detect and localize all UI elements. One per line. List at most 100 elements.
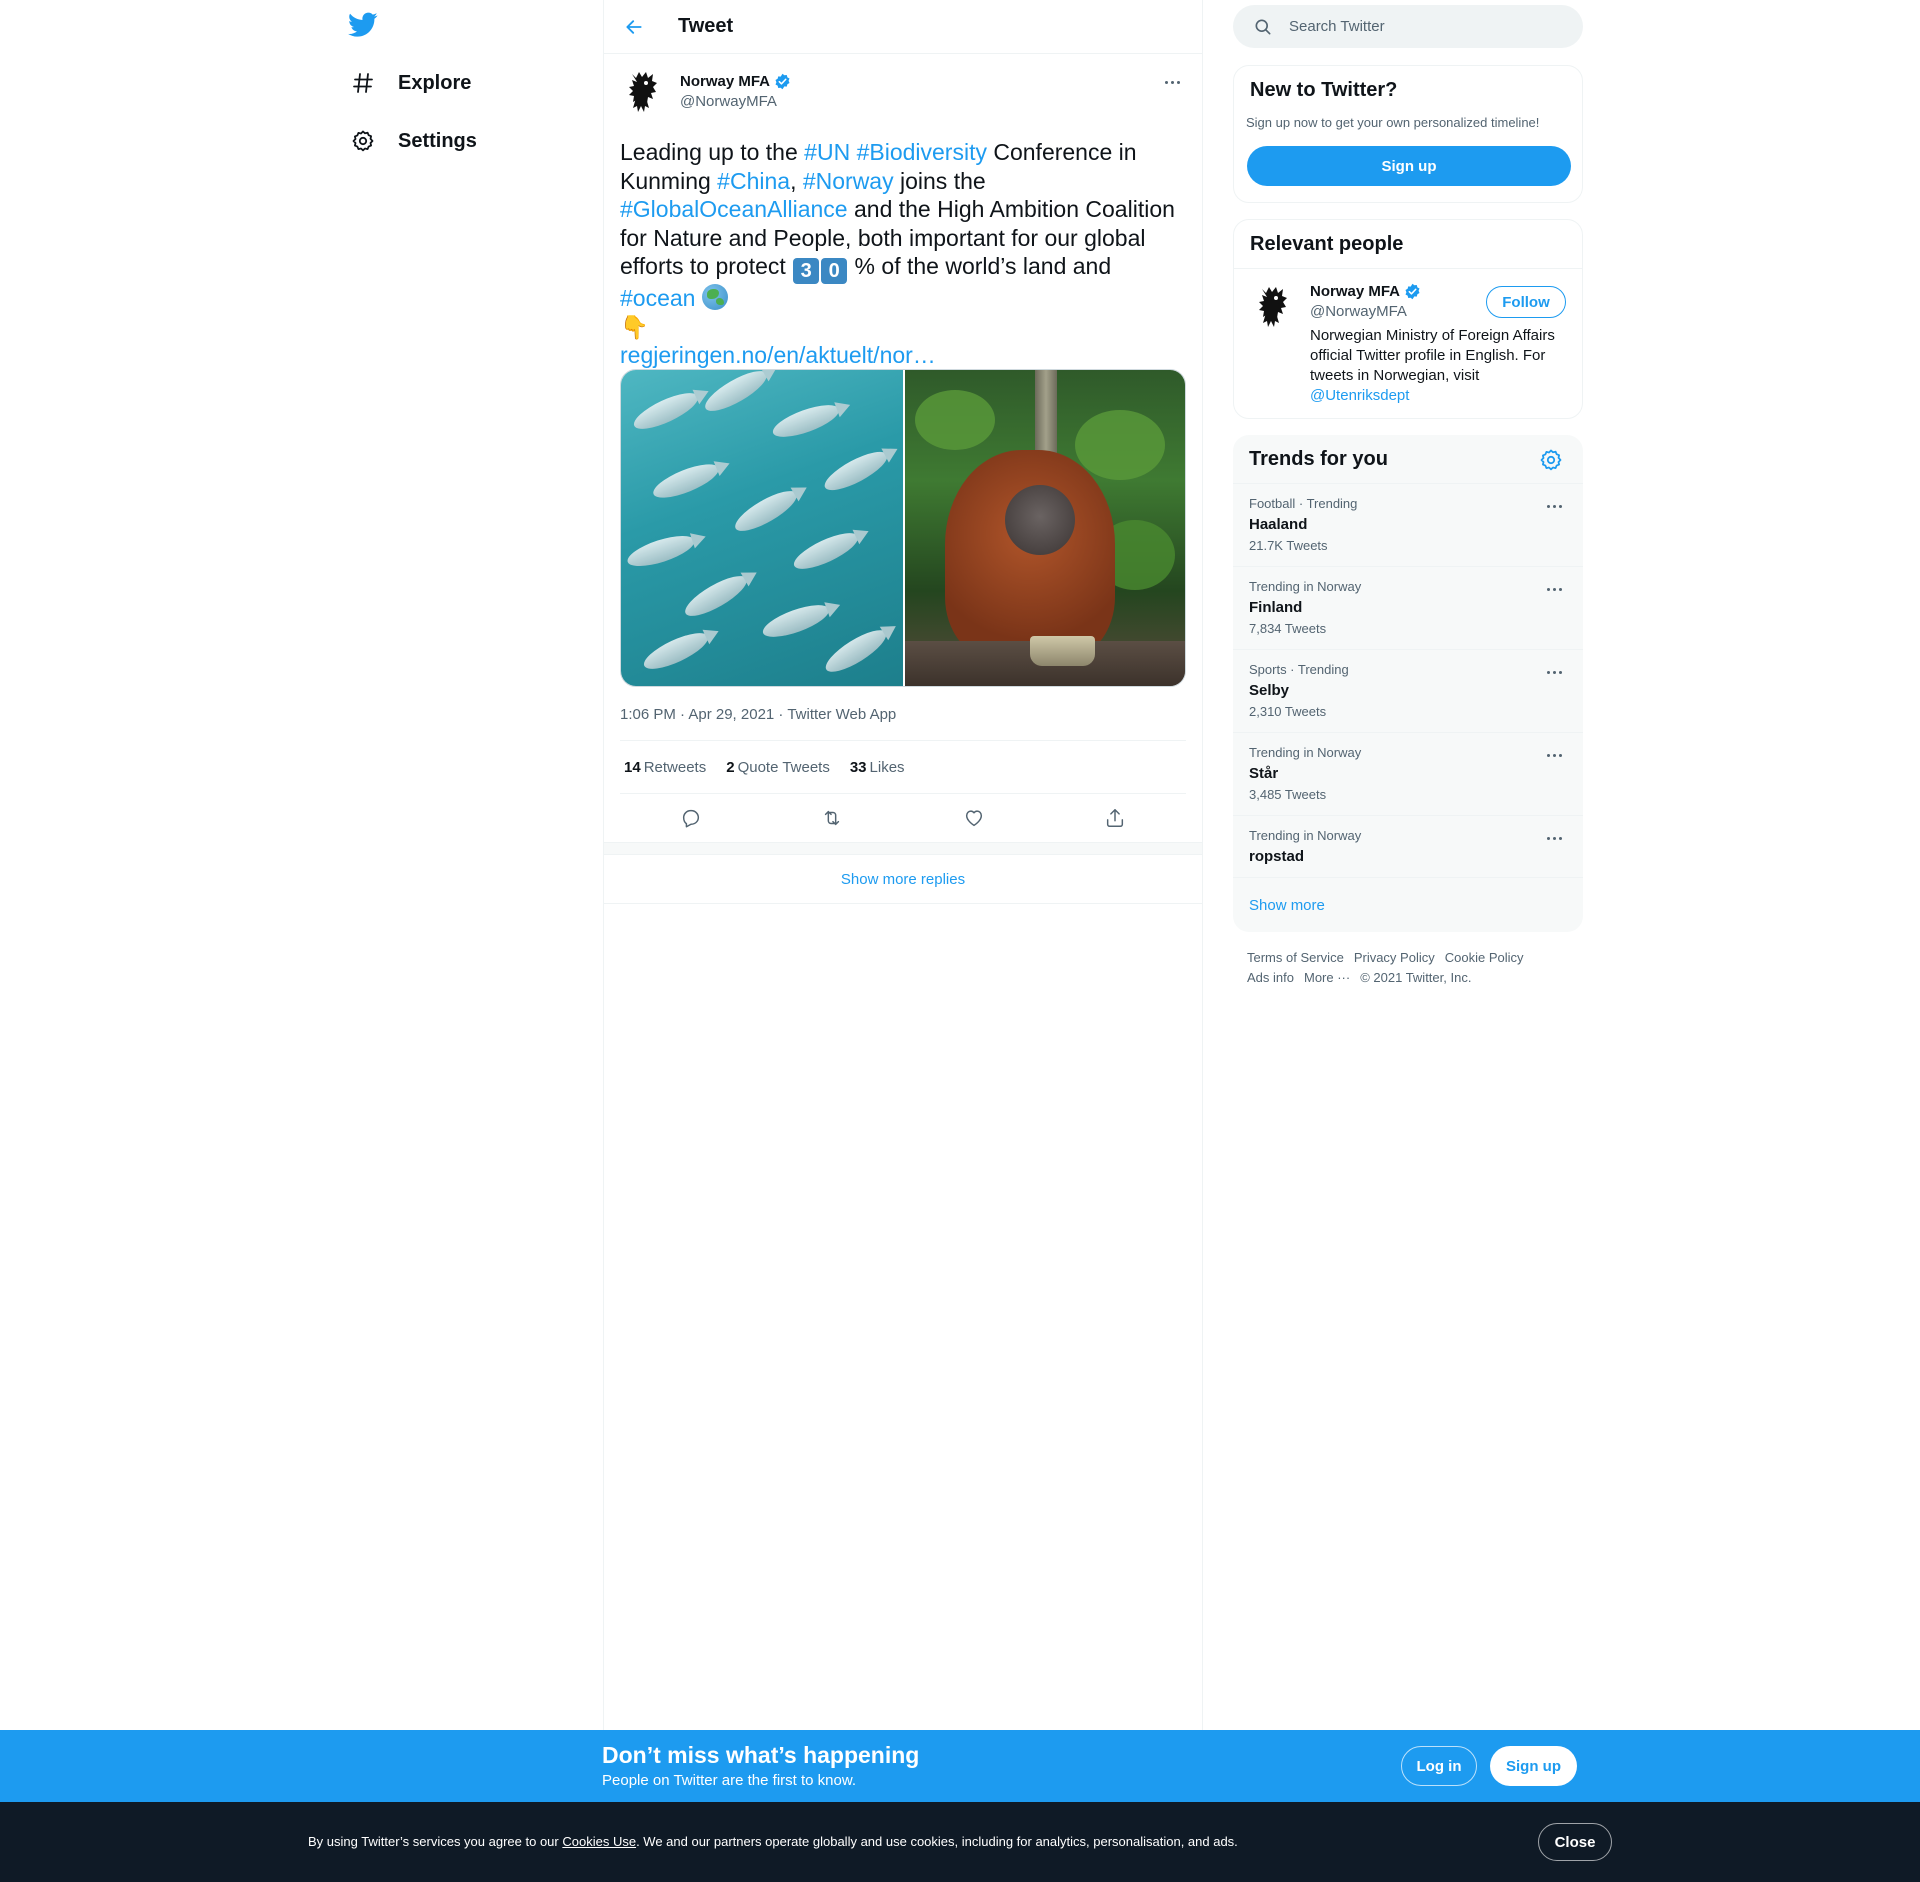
author-name-text: Norway MFA	[680, 73, 771, 90]
trend-count: 3,485 Tweets	[1249, 787, 1327, 802]
nav-explore-label: Explore	[398, 71, 472, 94]
cookie-text-after: . We and our partners operate globally a…	[636, 1834, 1238, 1849]
retweets-label: Retweets	[643, 758, 707, 776]
keycap-0-emoji: 0	[821, 258, 848, 284]
signup-promo-bar: Don’t miss what’s happening People on Tw…	[0, 1730, 1920, 1802]
cookie-close-button[interactable]: Close	[1538, 1823, 1612, 1861]
tweet-timestamp[interactable]: 1:06 PM · Apr 29, 2021 · Twitter Web App	[620, 706, 896, 723]
ads-info-link[interactable]: Ads info	[1247, 970, 1294, 985]
hashtag-biodiversity[interactable]: #Biodiversity	[857, 139, 987, 165]
trend-name: Selby	[1249, 682, 1290, 699]
nav-settings[interactable]: Settings	[350, 121, 477, 161]
show-more-replies-button[interactable]: Show more replies	[604, 854, 1202, 904]
gear-icon	[1540, 449, 1562, 471]
avatar[interactable]	[624, 68, 664, 116]
trend-more-button[interactable]	[1541, 745, 1567, 765]
tweet-media	[620, 369, 1186, 687]
trend-item[interactable]: Trending in Norway Finland 7,834 Tweets	[1233, 567, 1583, 650]
promo-signup-button[interactable]: Sign up	[1490, 1746, 1577, 1786]
hashtag-ocean[interactable]: #ocean	[620, 285, 695, 311]
trend-more-button[interactable]	[1541, 579, 1567, 599]
tweet-author: Norway MFA @NorwayMFA	[604, 68, 1202, 128]
author-handle[interactable]: @NorwayMFA	[680, 93, 777, 110]
person-handle[interactable]: @NorwayMFA	[1310, 303, 1407, 320]
hashtag-china[interactable]: #China	[717, 168, 790, 194]
login-button[interactable]: Log in	[1401, 1746, 1477, 1786]
follow-button[interactable]: Follow	[1486, 286, 1566, 318]
cookies-use-link[interactable]: Cookies Use	[562, 1834, 636, 1849]
trends-settings-button[interactable]	[1539, 448, 1563, 472]
cookie-text-before: By using Twitter’s services you agree to…	[308, 1834, 563, 1849]
signup-button[interactable]: Sign up	[1247, 146, 1571, 186]
reply-button[interactable]	[672, 799, 710, 837]
likes-label: Likes	[869, 758, 905, 776]
search-icon	[1255, 19, 1271, 35]
trends-show-more-link[interactable]: Show more	[1249, 897, 1325, 914]
footer-links: Terms of Service Privacy Policy Cookie Pol…	[1247, 948, 1577, 988]
tweet-actions	[620, 794, 1186, 842]
trend-item[interactable]: Sports · Trending Selby 2,310 Tweets	[1233, 650, 1583, 733]
author-name[interactable]: Norway MFA	[680, 73, 791, 90]
gear-icon	[350, 128, 376, 154]
trend-item[interactable]: Football · Trending Haaland 21.7K Tweets	[1233, 484, 1583, 567]
new-to-twitter-card: New to Twitter? Sign up now to get your …	[1233, 65, 1583, 203]
hashtag-norway[interactable]: #Norway	[803, 168, 894, 194]
twitter-bird-icon[interactable]	[348, 12, 378, 38]
share-icon	[1107, 809, 1124, 827]
search-input[interactable]	[1289, 18, 1549, 35]
cookie-policy-link[interactable]: Cookie Policy	[1445, 950, 1524, 965]
promo-subtitle: People on Twitter are the first to know.	[602, 1772, 857, 1789]
globe-icon	[701, 284, 728, 310]
quote-tweets-stat[interactable]: 2 Quote Tweets	[726, 759, 830, 776]
keycap-3-emoji: 3	[793, 258, 820, 284]
trend-name: Finland	[1249, 599, 1303, 616]
trend-more-button[interactable]	[1541, 828, 1567, 848]
share-button[interactable]	[1096, 799, 1134, 837]
person-bio: Norwegian Ministry of Foreign Affairs of…	[1310, 326, 1572, 406]
trend-more-button[interactable]	[1541, 496, 1567, 516]
privacy-link[interactable]: Privacy Policy	[1354, 950, 1435, 965]
nav-settings-label: Settings	[398, 129, 477, 152]
more-dots-icon	[1546, 504, 1562, 508]
new-to-twitter-title: New to Twitter?	[1250, 79, 1398, 101]
bio-text: Norwegian Ministry of Foreign Affairs of…	[1310, 327, 1555, 384]
more-dots-icon	[1546, 836, 1562, 840]
retweets-stat[interactable]: 14 Retweets	[624, 759, 706, 776]
tweet-stats: 14 Retweets 2 Quote Tweets 33 Likes	[620, 740, 1186, 794]
trend-count: 7,834 Tweets	[1249, 621, 1327, 636]
person-name[interactable]: Norway MFA	[1310, 283, 1421, 300]
relevant-people-title: Relevant people	[1250, 233, 1404, 255]
likes-stat[interactable]: 33 Likes	[850, 759, 905, 776]
avatar[interactable]	[1254, 283, 1294, 331]
hashtag-un[interactable]: #UN	[804, 139, 850, 165]
likes-count: 33	[849, 758, 867, 776]
retweet-icon	[825, 810, 840, 826]
trend-name: Haaland	[1249, 516, 1308, 533]
tweet-more-button[interactable]	[1158, 70, 1186, 94]
retweet-button[interactable]	[813, 799, 851, 837]
search-bar[interactable]	[1233, 5, 1583, 48]
relevant-people-card: Relevant people Norway MFA @NorwayMFA Fo…	[1233, 219, 1583, 419]
hashtag-globaloceanalliance[interactable]: #GlobalOceanAlliance	[620, 196, 848, 222]
verified-badge-icon	[775, 73, 790, 90]
more-dots-icon	[1546, 670, 1562, 674]
person-name-text: Norway MFA	[1310, 283, 1401, 300]
trend-item[interactable]: Trending in Norway Står 3,485 Tweets	[1233, 733, 1583, 816]
back-button[interactable]	[616, 9, 652, 45]
tweet-link[interactable]: regjeringen.no/en/aktuelt/nor…	[620, 342, 936, 368]
trend-context: Trending in Norway	[1249, 579, 1362, 594]
more-link[interactable]: More ···	[1304, 970, 1350, 985]
like-button[interactable]	[955, 799, 993, 837]
trend-item[interactable]: Trending in Norway ropstad	[1233, 816, 1583, 878]
nav-explore[interactable]: Explore	[350, 63, 471, 103]
media-image-fish[interactable]	[621, 370, 903, 686]
media-image-orangutan[interactable]	[905, 370, 1185, 686]
bio-mention-link[interactable]: @Utenriksdept	[1310, 387, 1409, 404]
quotes-count: 2	[726, 758, 735, 776]
trend-more-button[interactable]	[1541, 662, 1567, 682]
page-title: Tweet	[678, 15, 734, 37]
more-dots-icon	[1546, 587, 1562, 591]
terms-link[interactable]: Terms of Service	[1247, 950, 1344, 965]
trend-context: Football · Trending	[1249, 496, 1358, 511]
trend-context: Trending in Norway	[1249, 745, 1362, 760]
